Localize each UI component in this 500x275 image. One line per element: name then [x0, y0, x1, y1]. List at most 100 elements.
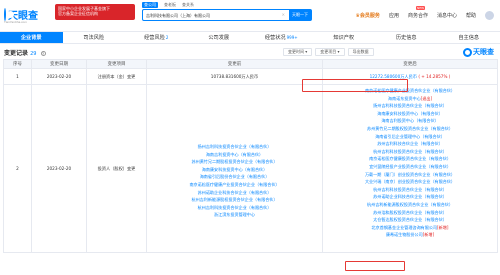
- tab-intellectual-property[interactable]: 知识产权: [313, 32, 376, 43]
- col-after: 变更后: [322, 59, 498, 69]
- promo-banner[interactable]: 国家中小企业发展子基金旗下 官方备案企业征信机构: [55, 4, 135, 20]
- search-tab-boss[interactable]: 查老板: [164, 2, 176, 8]
- nav-business[interactable]: 商务合作 NEW: [407, 6, 428, 19]
- list-item[interactable]: 南京诺松医疗健康产业投资合伙企业（有限合伙）: [325, 87, 495, 95]
- watermark-logo: 天眼查: [463, 47, 494, 57]
- before-value: 10738.831600万人民币: [210, 73, 259, 79]
- search-type-tabs: 查公司 查老板 查关系: [142, 2, 194, 8]
- tab-label: 知识产权: [333, 35, 355, 41]
- avatar[interactable]: [485, 11, 494, 20]
- tab-self-info[interactable]: 自主信息: [438, 32, 500, 43]
- after-entity: 太仓智达股权投资合伙企业（有限合伙）: [373, 217, 447, 223]
- search-tab-company[interactable]: 查公司: [142, 2, 158, 8]
- list-item[interactable]: 苏州浩和股权投资合伙企业（有限合伙）: [325, 209, 495, 217]
- list-item[interactable]: 海南省引后企业管理中心（有限合伙）: [325, 133, 495, 141]
- list-item[interactable]: 海南吉利投资中心（有限合伙）: [149, 151, 320, 159]
- after-entity: 宜兴昆陵经投产业投资合伙企业（有限合伙）: [369, 163, 451, 169]
- list-item[interactable]: 扬州吉利科技投资合伙企业（有限合伙）: [149, 143, 320, 151]
- list-item[interactable]: 万载一期（厦门）创业投资合伙企业（有限合伙）: [325, 171, 495, 179]
- row-item: 注册资本（金）变更: [86, 68, 147, 85]
- after-entity: 康希诺生物股份公司: [385, 232, 423, 238]
- list-item[interactable]: 海南诺东投资中心[退出]: [325, 95, 495, 103]
- list-item[interactable]: 浙江滨东投资管理中心: [149, 211, 320, 219]
- list-item[interactable]: 杭州吉利新能源股权投资合伙企业（有限合伙）: [325, 201, 495, 209]
- list-item[interactable]: 扬州吉利科技投资合伙企业（有限合伙）: [325, 102, 495, 110]
- list-item[interactable]: 太仓智达股权投资合伙企业（有限合伙）: [325, 216, 495, 224]
- list-item[interactable]: 海南省引后股份合伙企业（有限合伙）: [149, 173, 320, 181]
- list-item[interactable]: 大业兴瑞（南京）创业投资合伙企业（有限合伙）: [325, 178, 495, 186]
- col-before: 变更前: [146, 59, 323, 69]
- list-item[interactable]: 苏州诺助企业科技合伙企业（有限合伙）: [149, 189, 320, 197]
- nav-vip[interactable]: ♛会员服务: [355, 12, 380, 19]
- table-row: 1 2023-02-20 注册资本（金）变更 10738.831600万人民币 …: [3, 68, 498, 85]
- tab-business-status[interactable]: 经营状况 999+: [250, 32, 313, 43]
- list-item[interactable]: 苏州黄竹兄二期股权投资合伙企业（有限合伙）: [149, 158, 320, 166]
- row-after: 12272.580600万人民币 ( + 14.2857% ): [322, 68, 498, 85]
- filter-change-item[interactable]: 变更项目 ▾: [315, 48, 345, 56]
- filter-label: 变更项目: [320, 49, 337, 54]
- list-item[interactable]: 南京诺松医疗健康投资合伙企业（有限合伙）: [325, 155, 495, 163]
- section-count: 29: [30, 51, 37, 57]
- company-tabs: 企业背景 司法风险 经营风险 2 公司发展 经营状况 999+ 知识产权 历史信…: [0, 32, 500, 44]
- tab-label: 自主信息: [458, 35, 480, 41]
- change-tag: [退出]: [420, 95, 433, 101]
- row-date: 2023-02-20: [31, 68, 87, 85]
- after-entity: 苏州黄竹兄二期股权投资合伙企业（有限合伙）: [367, 125, 453, 131]
- after-entity: 杭州吉利新能源股权投资合伙企业（有限合伙）: [367, 201, 453, 207]
- after-entity: 扬州吉利科技投资合伙企业（有限合伙）: [373, 103, 447, 109]
- list-item[interactable]: 杭州吉利科技投资合伙企业（有限合伙）: [149, 204, 320, 212]
- after-entity: 苏州浩和股权投资合伙企业（有限合伙）: [373, 209, 447, 215]
- help-icon[interactable]: ?: [40, 51, 46, 56]
- after-entity: 杭州吉利科技投资合伙企业（有限合伙）: [373, 148, 447, 154]
- clear-icon[interactable]: ✕: [282, 12, 285, 17]
- row-date: 2023-02-20: [31, 84, 87, 253]
- highlight-new-investor: [345, 261, 405, 271]
- list-item[interactable]: 杭州吉利新能源股权投资合伙企业（有限合伙）: [149, 196, 320, 204]
- nav-vip-label: 会员服务: [359, 13, 380, 19]
- list-item[interactable]: 杭州吉利科技投资合伙企业（有限合伙）: [325, 186, 495, 194]
- nav-business-label: 商务合作: [407, 13, 428, 19]
- nav-apps[interactable]: 应用: [389, 12, 399, 19]
- tab-operating-risk[interactable]: 经营风险 2: [125, 32, 188, 43]
- table-row: 2 2023-02-20 投资人（股权）变更 扬州吉利科技投资合伙企业（有限合伙…: [3, 84, 498, 253]
- top-header: 天眼查 TianYanCha.com 国家中小企业发展子基金旗下 官方备案企业征…: [0, 0, 500, 32]
- list-item[interactable]: 苏州吉利科技合伙企业（有限合伙）: [325, 140, 495, 148]
- list-item[interactable]: 南京诺松医疗健康产业投资合伙企业（有限合伙）: [149, 181, 320, 189]
- tab-count: 999+: [286, 35, 298, 40]
- list-item[interactable]: 宜兴昆陵经投产业投资合伙企业（有限合伙）: [325, 163, 495, 171]
- tab-company-development[interactable]: 公司发展: [188, 32, 251, 43]
- list-item[interactable]: 海南吉利投资中心（有限合伙）: [325, 117, 495, 125]
- export-button[interactable]: 导出数据: [347, 48, 374, 56]
- row-index: 2: [3, 84, 32, 253]
- list-item[interactable]: 苏州诺助企业科技合伙企业（有限合伙）: [325, 193, 495, 201]
- search-input[interactable]: [146, 12, 276, 19]
- watermark-text: 天眼查: [473, 48, 494, 56]
- after-entity: 海南诺东投资中心: [387, 95, 421, 101]
- col-item: 变更项目: [86, 59, 147, 69]
- tab-history[interactable]: 历史信息: [375, 32, 438, 43]
- change-record-table: 序号 变更日期 变更项目 变更前 变更后 1 2023-02-20 注册资本（金…: [3, 59, 498, 253]
- list-item[interactable]: 北京首钢基金企业管理咨询有限公司[新增]: [325, 224, 495, 232]
- search-tab-relation[interactable]: 查关系: [182, 2, 194, 8]
- row-after: 南京诺松医疗健康产业投资合伙企业（有限合伙） 海南诺东投资中心[退出] 扬州吉利…: [322, 84, 498, 253]
- col-date: 变更日期: [31, 59, 87, 69]
- tab-label: 历史信息: [395, 35, 417, 41]
- row-before: 扬州吉利科技投资合伙企业（有限合伙） 海南吉利投资中心（有限合伙） 苏州黄竹兄二…: [146, 84, 323, 253]
- list-item[interactable]: 苏州黄竹兄二期股权投资合伙企业（有限合伙）: [325, 125, 495, 133]
- change-tag: [新增]: [437, 224, 449, 230]
- list-item[interactable]: 海南康安科技投资中心（有限合伙）: [149, 166, 320, 174]
- nav-help[interactable]: 帮助: [466, 12, 476, 19]
- tab-label: 司法风险: [83, 35, 105, 41]
- export-label: 导出数据: [352, 49, 369, 54]
- search-button[interactable]: 天眼一下: [289, 10, 311, 20]
- list-item[interactable]: 杭州吉利科技投资合伙企业（有限合伙）: [325, 148, 495, 156]
- filter-bar: 变更时间 ▾ 变更项目 ▾ 导出数据: [283, 48, 374, 56]
- nav-messages[interactable]: 消息中心: [437, 12, 457, 19]
- tab-label: 公司发展: [208, 35, 230, 41]
- filter-change-date[interactable]: 变更时间 ▾: [283, 48, 313, 56]
- search-box: ✕ 天眼一下: [142, 9, 312, 21]
- list-item[interactable]: 康希诺生物股份公司[新增]: [325, 231, 495, 239]
- tab-judicial-risk[interactable]: 司法风险: [63, 32, 126, 43]
- list-item[interactable]: 海南康安科技投资中心（有限合伙）: [325, 110, 495, 118]
- tab-company-background[interactable]: 企业背景: [0, 32, 63, 43]
